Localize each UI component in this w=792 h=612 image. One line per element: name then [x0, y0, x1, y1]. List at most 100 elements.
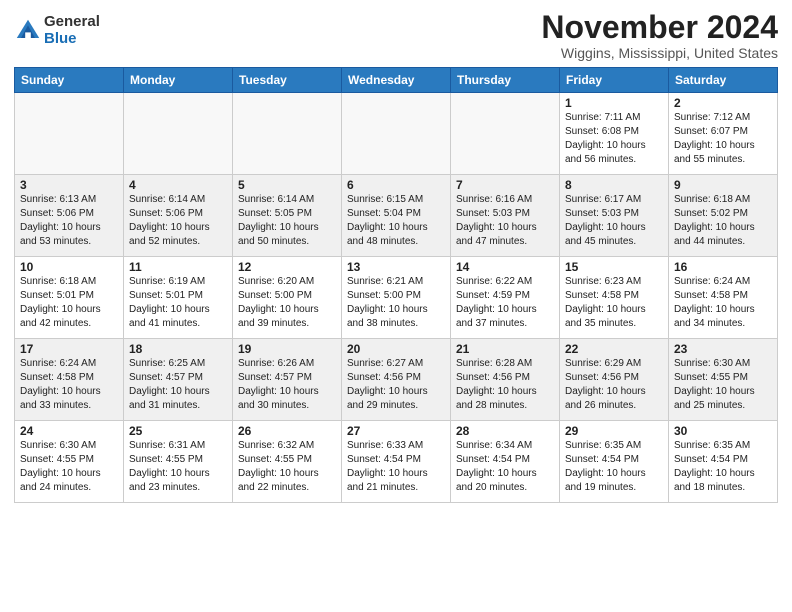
col-header-tuesday: Tuesday	[233, 68, 342, 93]
day-info: Sunrise: 6:27 AM Sunset: 4:56 PM Dayligh…	[347, 357, 445, 413]
day-info: Sunrise: 6:15 AM Sunset: 5:04 PM Dayligh…	[347, 193, 445, 249]
page: General Blue November 2024 Wiggins, Miss…	[0, 0, 792, 612]
calendar-cell: 5Sunrise: 6:14 AM Sunset: 5:05 PM Daylig…	[233, 175, 342, 257]
calendar-cell: 21Sunrise: 6:28 AM Sunset: 4:56 PM Dayli…	[451, 339, 560, 421]
col-header-wednesday: Wednesday	[342, 68, 451, 93]
calendar-cell	[342, 93, 451, 175]
day-info: Sunrise: 6:19 AM Sunset: 5:01 PM Dayligh…	[129, 275, 227, 331]
day-number: 25	[129, 424, 227, 438]
day-number: 13	[347, 260, 445, 274]
header: General Blue November 2024 Wiggins, Miss…	[14, 10, 778, 61]
calendar-week-row: 1Sunrise: 7:11 AM Sunset: 6:08 PM Daylig…	[15, 93, 778, 175]
calendar-cell: 8Sunrise: 6:17 AM Sunset: 5:03 PM Daylig…	[560, 175, 669, 257]
day-info: Sunrise: 6:21 AM Sunset: 5:00 PM Dayligh…	[347, 275, 445, 331]
calendar-cell: 14Sunrise: 6:22 AM Sunset: 4:59 PM Dayli…	[451, 257, 560, 339]
day-number: 2	[674, 96, 772, 110]
calendar-cell: 26Sunrise: 6:32 AM Sunset: 4:55 PM Dayli…	[233, 421, 342, 503]
day-info: Sunrise: 6:24 AM Sunset: 4:58 PM Dayligh…	[674, 275, 772, 331]
day-number: 10	[20, 260, 118, 274]
day-info: Sunrise: 7:11 AM Sunset: 6:08 PM Dayligh…	[565, 111, 663, 167]
day-info: Sunrise: 6:29 AM Sunset: 4:56 PM Dayligh…	[565, 357, 663, 413]
day-number: 21	[456, 342, 554, 356]
day-number: 4	[129, 178, 227, 192]
day-info: Sunrise: 6:13 AM Sunset: 5:06 PM Dayligh…	[20, 193, 118, 249]
day-info: Sunrise: 6:35 AM Sunset: 4:54 PM Dayligh…	[674, 439, 772, 495]
day-info: Sunrise: 6:32 AM Sunset: 4:55 PM Dayligh…	[238, 439, 336, 495]
day-info: Sunrise: 6:35 AM Sunset: 4:54 PM Dayligh…	[565, 439, 663, 495]
calendar-cell: 1Sunrise: 7:11 AM Sunset: 6:08 PM Daylig…	[560, 93, 669, 175]
col-header-friday: Friday	[560, 68, 669, 93]
day-info: Sunrise: 6:25 AM Sunset: 4:57 PM Dayligh…	[129, 357, 227, 413]
calendar-cell: 16Sunrise: 6:24 AM Sunset: 4:58 PM Dayli…	[669, 257, 778, 339]
calendar-cell: 2Sunrise: 7:12 AM Sunset: 6:07 PM Daylig…	[669, 93, 778, 175]
calendar-cell: 25Sunrise: 6:31 AM Sunset: 4:55 PM Dayli…	[124, 421, 233, 503]
day-info: Sunrise: 6:30 AM Sunset: 4:55 PM Dayligh…	[20, 439, 118, 495]
day-info: Sunrise: 6:16 AM Sunset: 5:03 PM Dayligh…	[456, 193, 554, 249]
logo-general-text: General	[44, 14, 100, 31]
calendar-cell: 15Sunrise: 6:23 AM Sunset: 4:58 PM Dayli…	[560, 257, 669, 339]
day-number: 28	[456, 424, 554, 438]
day-number: 11	[129, 260, 227, 274]
calendar-cell: 6Sunrise: 6:15 AM Sunset: 5:04 PM Daylig…	[342, 175, 451, 257]
day-info: Sunrise: 6:30 AM Sunset: 4:55 PM Dayligh…	[674, 357, 772, 413]
day-number: 12	[238, 260, 336, 274]
calendar-cell: 23Sunrise: 6:30 AM Sunset: 4:55 PM Dayli…	[669, 339, 778, 421]
calendar-cell: 7Sunrise: 6:16 AM Sunset: 5:03 PM Daylig…	[451, 175, 560, 257]
calendar-cell: 24Sunrise: 6:30 AM Sunset: 4:55 PM Dayli…	[15, 421, 124, 503]
calendar-week-row: 3Sunrise: 6:13 AM Sunset: 5:06 PM Daylig…	[15, 175, 778, 257]
calendar-cell: 28Sunrise: 6:34 AM Sunset: 4:54 PM Dayli…	[451, 421, 560, 503]
day-number: 3	[20, 178, 118, 192]
calendar-cell: 4Sunrise: 6:14 AM Sunset: 5:06 PM Daylig…	[124, 175, 233, 257]
calendar-cell: 22Sunrise: 6:29 AM Sunset: 4:56 PM Dayli…	[560, 339, 669, 421]
day-info: Sunrise: 6:14 AM Sunset: 5:06 PM Dayligh…	[129, 193, 227, 249]
calendar-cell: 12Sunrise: 6:20 AM Sunset: 5:00 PM Dayli…	[233, 257, 342, 339]
col-header-monday: Monday	[124, 68, 233, 93]
day-number: 20	[347, 342, 445, 356]
calendar-table: SundayMondayTuesdayWednesdayThursdayFrid…	[14, 67, 778, 503]
day-info: Sunrise: 6:22 AM Sunset: 4:59 PM Dayligh…	[456, 275, 554, 331]
calendar-cell	[233, 93, 342, 175]
calendar-cell: 20Sunrise: 6:27 AM Sunset: 4:56 PM Dayli…	[342, 339, 451, 421]
day-info: Sunrise: 6:26 AM Sunset: 4:57 PM Dayligh…	[238, 357, 336, 413]
day-info: Sunrise: 6:20 AM Sunset: 5:00 PM Dayligh…	[238, 275, 336, 331]
day-info: Sunrise: 6:33 AM Sunset: 4:54 PM Dayligh…	[347, 439, 445, 495]
title-block: November 2024 Wiggins, Mississippi, Unit…	[541, 10, 778, 61]
day-info: Sunrise: 6:31 AM Sunset: 4:55 PM Dayligh…	[129, 439, 227, 495]
logo-blue-text: Blue	[44, 31, 100, 48]
day-number: 23	[674, 342, 772, 356]
day-info: Sunrise: 6:17 AM Sunset: 5:03 PM Dayligh…	[565, 193, 663, 249]
day-number: 27	[347, 424, 445, 438]
month-title: November 2024	[541, 10, 778, 45]
day-number: 8	[565, 178, 663, 192]
day-number: 6	[347, 178, 445, 192]
calendar-cell	[15, 93, 124, 175]
calendar-cell: 9Sunrise: 6:18 AM Sunset: 5:02 PM Daylig…	[669, 175, 778, 257]
day-number: 29	[565, 424, 663, 438]
day-number: 9	[674, 178, 772, 192]
day-number: 14	[456, 260, 554, 274]
calendar-cell	[451, 93, 560, 175]
day-number: 19	[238, 342, 336, 356]
day-number: 24	[20, 424, 118, 438]
logo-text: General Blue	[44, 14, 100, 47]
day-info: Sunrise: 6:24 AM Sunset: 4:58 PM Dayligh…	[20, 357, 118, 413]
day-info: Sunrise: 6:34 AM Sunset: 4:54 PM Dayligh…	[456, 439, 554, 495]
day-number: 18	[129, 342, 227, 356]
calendar-cell: 10Sunrise: 6:18 AM Sunset: 5:01 PM Dayli…	[15, 257, 124, 339]
calendar-cell: 11Sunrise: 6:19 AM Sunset: 5:01 PM Dayli…	[124, 257, 233, 339]
day-number: 17	[20, 342, 118, 356]
col-header-sunday: Sunday	[15, 68, 124, 93]
calendar-cell: 17Sunrise: 6:24 AM Sunset: 4:58 PM Dayli…	[15, 339, 124, 421]
calendar-cell: 13Sunrise: 6:21 AM Sunset: 5:00 PM Dayli…	[342, 257, 451, 339]
calendar-cell: 30Sunrise: 6:35 AM Sunset: 4:54 PM Dayli…	[669, 421, 778, 503]
logo: General Blue	[14, 14, 100, 47]
calendar-cell: 19Sunrise: 6:26 AM Sunset: 4:57 PM Dayli…	[233, 339, 342, 421]
day-number: 22	[565, 342, 663, 356]
calendar-week-row: 17Sunrise: 6:24 AM Sunset: 4:58 PM Dayli…	[15, 339, 778, 421]
day-info: Sunrise: 6:18 AM Sunset: 5:01 PM Dayligh…	[20, 275, 118, 331]
calendar-cell: 18Sunrise: 6:25 AM Sunset: 4:57 PM Dayli…	[124, 339, 233, 421]
day-number: 16	[674, 260, 772, 274]
col-header-thursday: Thursday	[451, 68, 560, 93]
calendar-cell	[124, 93, 233, 175]
day-info: Sunrise: 6:18 AM Sunset: 5:02 PM Dayligh…	[674, 193, 772, 249]
